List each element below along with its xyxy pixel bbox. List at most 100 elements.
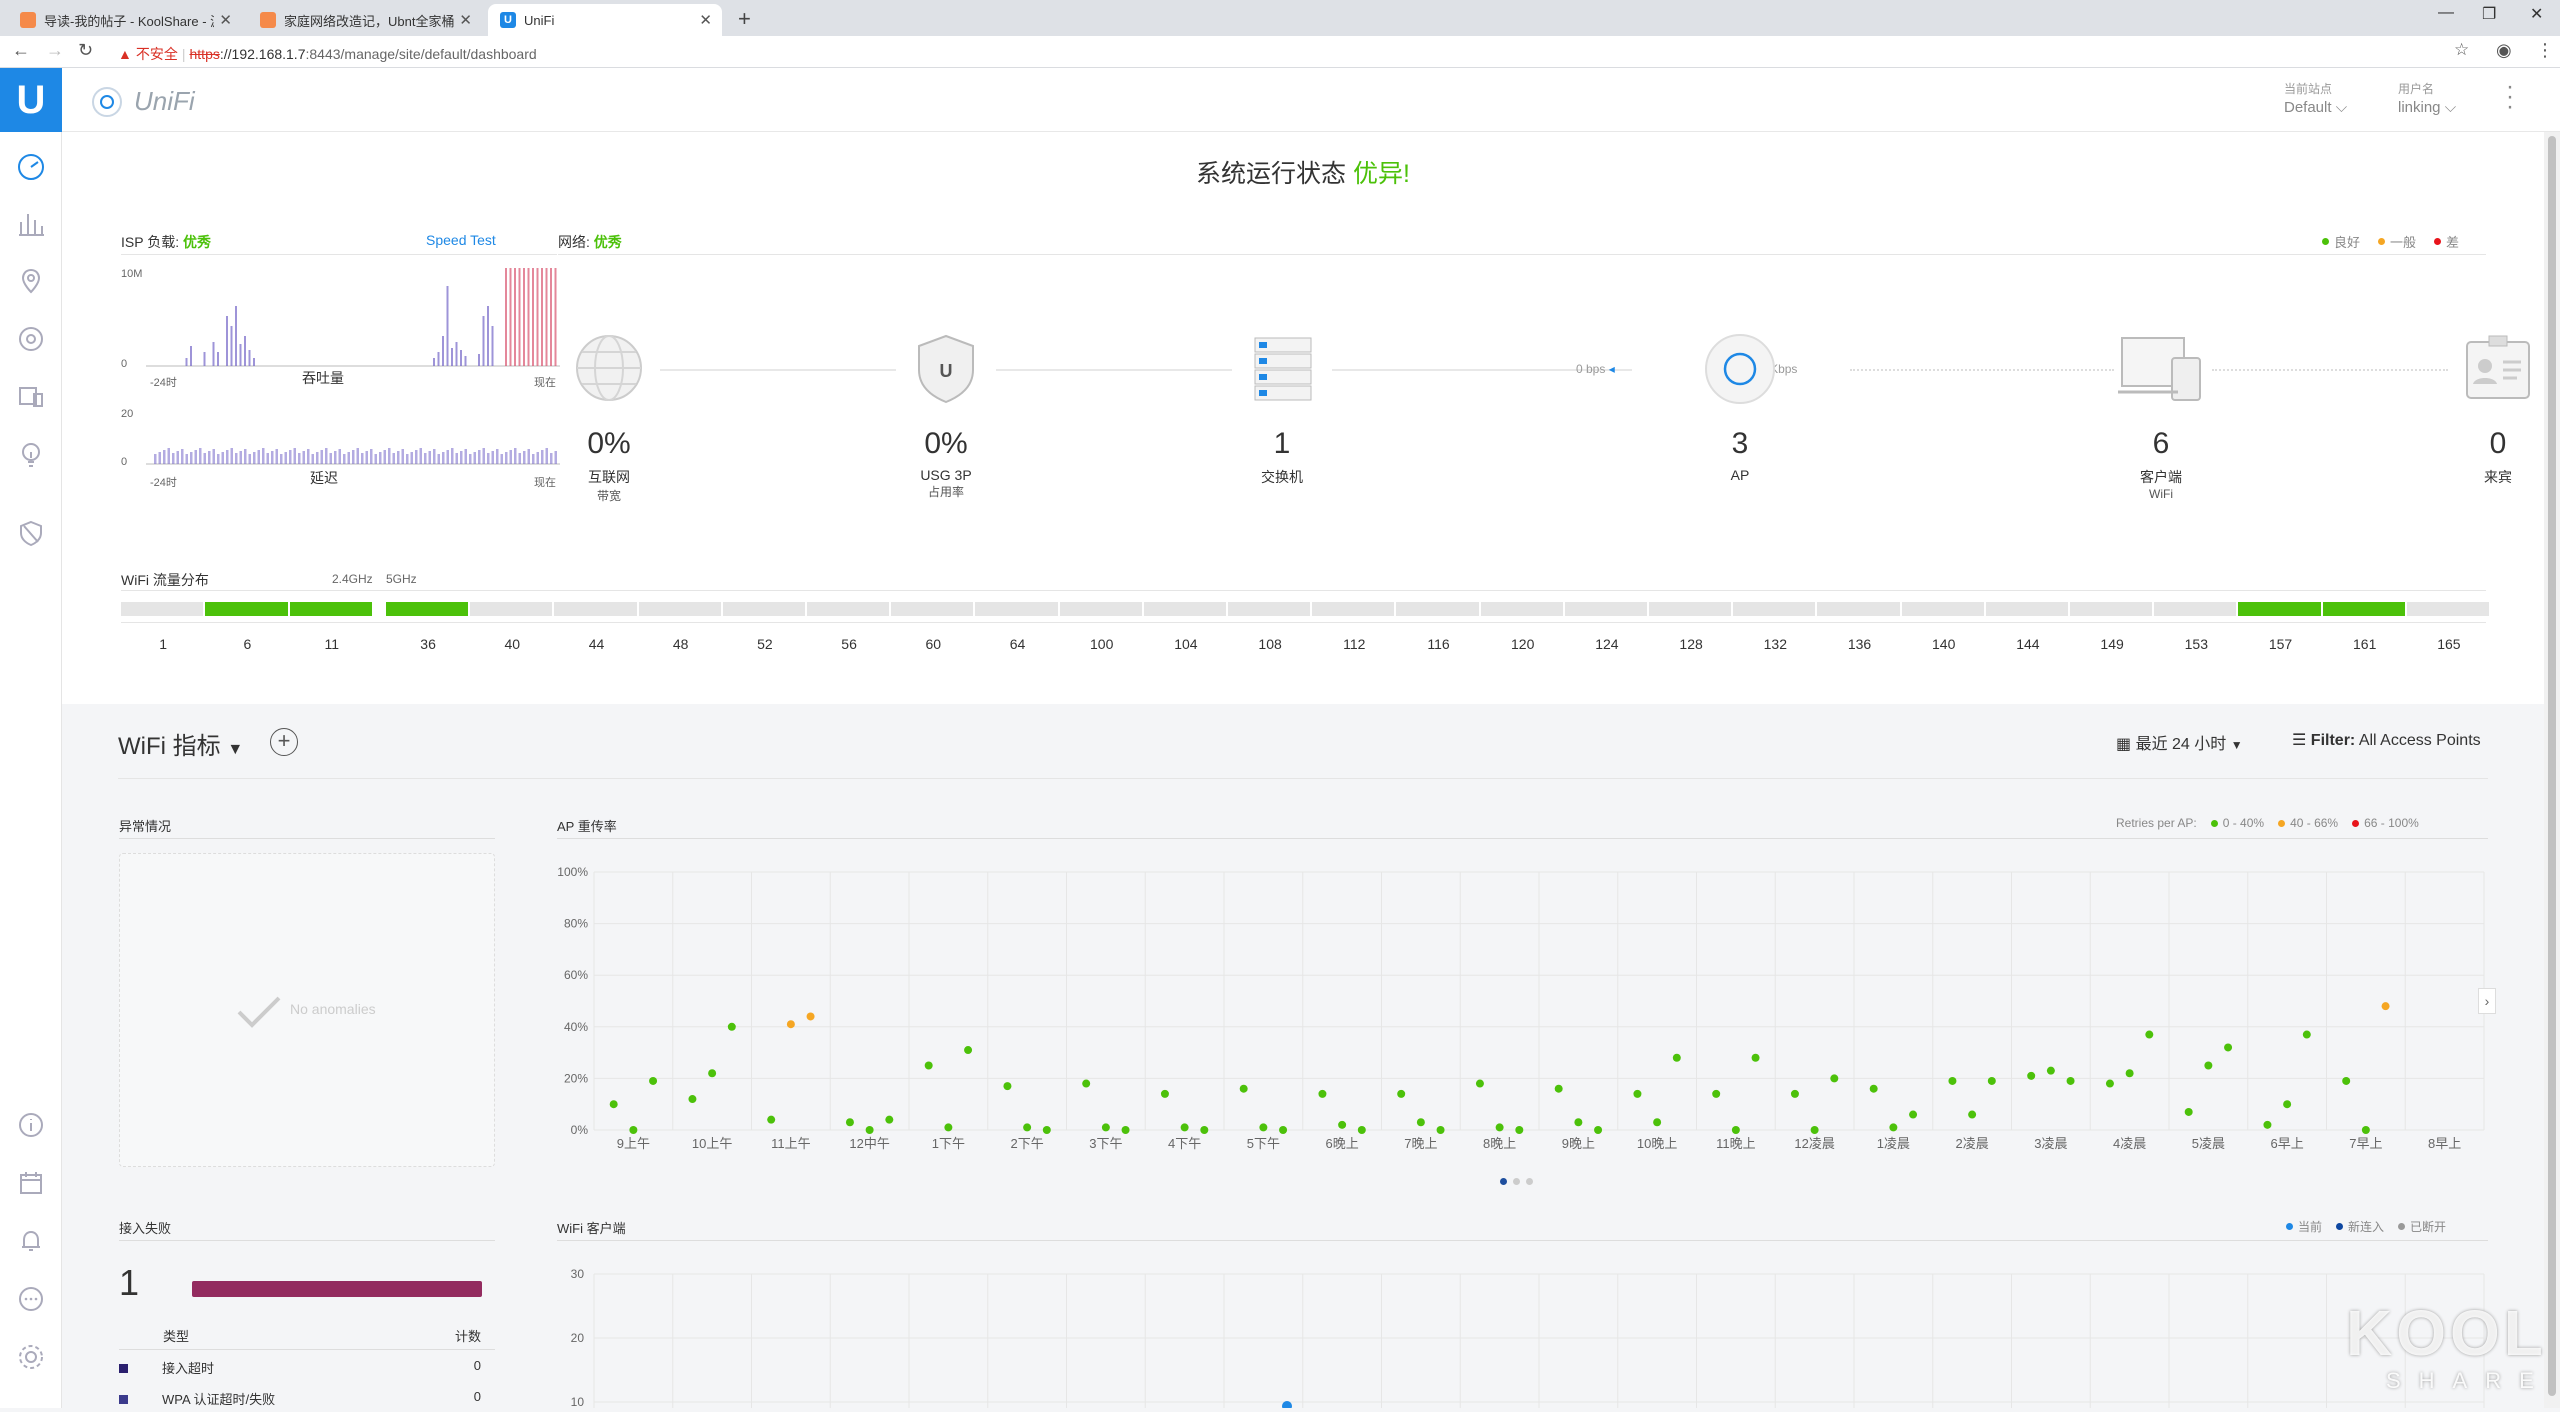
scatter-point [1987, 1076, 1996, 1085]
pager-dot[interactable] [1513, 1178, 1520, 1185]
brand-name: UniFi [134, 86, 195, 116]
devices-icon[interactable] [14, 322, 48, 356]
throughput-bar [437, 352, 440, 366]
new-tab-button[interactable]: + [738, 6, 751, 32]
latency-bar [446, 450, 449, 464]
profile-icon[interactable]: ◉ [2496, 40, 2512, 61]
insights-icon[interactable] [14, 438, 48, 472]
legend-disconnected: 已断开 [2398, 1218, 2446, 1235]
x-tick-label: 6早上 [2271, 1136, 2304, 1151]
close-icon[interactable]: ✕ [219, 11, 232, 29]
rate-down: 0 bps ◂ [1576, 362, 1615, 376]
pager-dot[interactable] [1526, 1178, 1533, 1185]
wifi-metrics-title[interactable]: WiFi 指标 ▼ [118, 726, 243, 761]
minimize-icon[interactable]: — [2438, 4, 2454, 22]
clients-icon[interactable] [14, 380, 48, 414]
scatter-point [2066, 1076, 2075, 1085]
scatter-point [964, 1046, 973, 1055]
channel-label: 112 [1343, 636, 1366, 652]
channel-bar-144 [1985, 602, 2068, 616]
scatter-point [708, 1069, 717, 1078]
ap-filter[interactable]: ☰ Filter: All Access Points [2292, 730, 2481, 750]
channel-label: 149 [2100, 636, 2124, 652]
browser-tab-strip: 导读-我的帖子 - KoolShare - 源 ✕ 家庭网络改造记，Ubnt全家… [0, 0, 2560, 36]
back-icon[interactable]: ← [12, 40, 30, 61]
more-options-icon[interactable]: · · · [2506, 75, 2514, 119]
node-guests[interactable]: 0 来宾 [2398, 332, 2560, 487]
url-field[interactable]: ▲ 不安全 | https://192.168.1.7:8443/manage/… [118, 44, 537, 64]
channel-label: 6 [243, 636, 252, 652]
x-tick-label: 5凌晨 [2192, 1136, 2225, 1151]
close-icon[interactable]: ✕ [459, 11, 472, 29]
latency-bar [221, 452, 224, 464]
latency-bar [424, 453, 427, 464]
chart-pager [1500, 1178, 1533, 1185]
chart-next-arrow-icon[interactable]: › [2478, 988, 2496, 1014]
time-range-selector[interactable]: ▦ 最近 24 小时 ▼ [2116, 730, 2243, 754]
about-icon[interactable] [14, 1108, 48, 1142]
dashboard-icon[interactable] [14, 150, 48, 184]
koolshare-favicon-icon [20, 12, 36, 28]
legend-fair: 一般 [2378, 232, 2416, 251]
page-scrollbar[interactable] [2544, 132, 2560, 1408]
browser-menu-icon[interactable]: ⋮ [2536, 40, 2554, 61]
bookmark-star-icon[interactable]: ☆ [2454, 40, 2469, 60]
site-selector[interactable]: 当前站点 Default ⌵ [2284, 80, 2347, 116]
node-internet[interactable]: 0% 互联网 带宽 [509, 332, 709, 504]
failure-table: 类型 计数 接入超时 0 WPA 认证超时/失败 0 [119, 1326, 495, 1412]
scatter-point [1023, 1123, 1032, 1132]
connection-failures-title: 接入失败 [119, 1221, 172, 1236]
close-icon[interactable]: ✕ [699, 11, 712, 29]
channel-label: 161 [2353, 636, 2377, 652]
settings-gear-icon[interactable] [14, 1340, 48, 1374]
throughput-bar [248, 350, 251, 366]
add-widget-button[interactable]: + [270, 728, 298, 756]
scatter-point [786, 1020, 795, 1029]
scatter-point [2302, 1030, 2311, 1039]
user-menu[interactable]: 用户名 linking ⌵ [2398, 80, 2456, 116]
events-calendar-icon[interactable] [14, 1166, 48, 1200]
latency-bar [487, 453, 490, 464]
ap-retries-chart: 0% 20% 40% 60% 80% 100% 9上午 10上午 11上午 12中午 1下午 2下午 3… [557, 865, 2485, 1151]
node-switch[interactable]: 1 交换机 [1182, 332, 1382, 487]
browser-tab-unifi[interactable]: U UniFi ✕ [488, 4, 722, 36]
channel-label: 11 [324, 636, 340, 652]
channel-bar-165 [2406, 602, 2489, 616]
restore-icon[interactable]: ❐ [2482, 4, 2496, 24]
reload-icon[interactable]: ↻ [78, 40, 93, 61]
speed-test-link[interactable]: Speed Test [426, 232, 496, 248]
alerts-bell-icon[interactable] [14, 1224, 48, 1258]
chat-icon[interactable] [14, 1282, 48, 1316]
latency-bar [433, 449, 436, 464]
forward-icon[interactable]: → [46, 40, 64, 61]
throughput-bar [239, 344, 242, 366]
dashboard-panel: 系统运行状态 优异! ISP 负载: 优秀 Speed Test 10M 0 -… [62, 132, 2544, 704]
node-usg[interactable]: U 0% USG 3P 占用率 [846, 332, 1046, 500]
throughput-bar [442, 336, 444, 366]
window-close-icon[interactable]: ✕ [2530, 4, 2543, 24]
statistics-icon[interactable] [14, 206, 48, 240]
browser-tab-article[interactable]: 家庭网络改造记，Ubnt全家桶和 ✕ [248, 4, 482, 36]
latency-bar [325, 448, 328, 464]
browser-tab-koolshare[interactable]: 导读-我的帖子 - KoolShare - 源 ✕ [8, 4, 242, 36]
node-clients[interactable]: 6 客户端 WiFi [2061, 332, 2261, 501]
pager-dot-active[interactable] [1500, 1178, 1507, 1185]
node-ap[interactable]: 3 AP [1640, 332, 1840, 483]
channel-label: 40 [504, 636, 521, 652]
ubiquiti-logo-icon[interactable]: U [0, 68, 62, 132]
x-tick-label: 2凌晨 [1956, 1136, 1989, 1151]
threat-management-icon[interactable] [14, 516, 48, 550]
throughput-chart [146, 268, 560, 367]
latency-bar [464, 449, 467, 464]
latency-bar [460, 451, 463, 464]
map-icon[interactable] [14, 264, 48, 298]
latency-bar [356, 448, 359, 464]
channel-label: 52 [757, 636, 773, 652]
channel-bar-124 [1564, 602, 1647, 616]
unifi-logo[interactable]: UniFi [92, 86, 195, 117]
latency-bar [271, 451, 274, 464]
scatter-point [1082, 1079, 1091, 1088]
throughput-bar [235, 306, 237, 366]
table-row: 接入超时 0 [119, 1350, 495, 1381]
channel-label: 128 [1679, 636, 1703, 652]
